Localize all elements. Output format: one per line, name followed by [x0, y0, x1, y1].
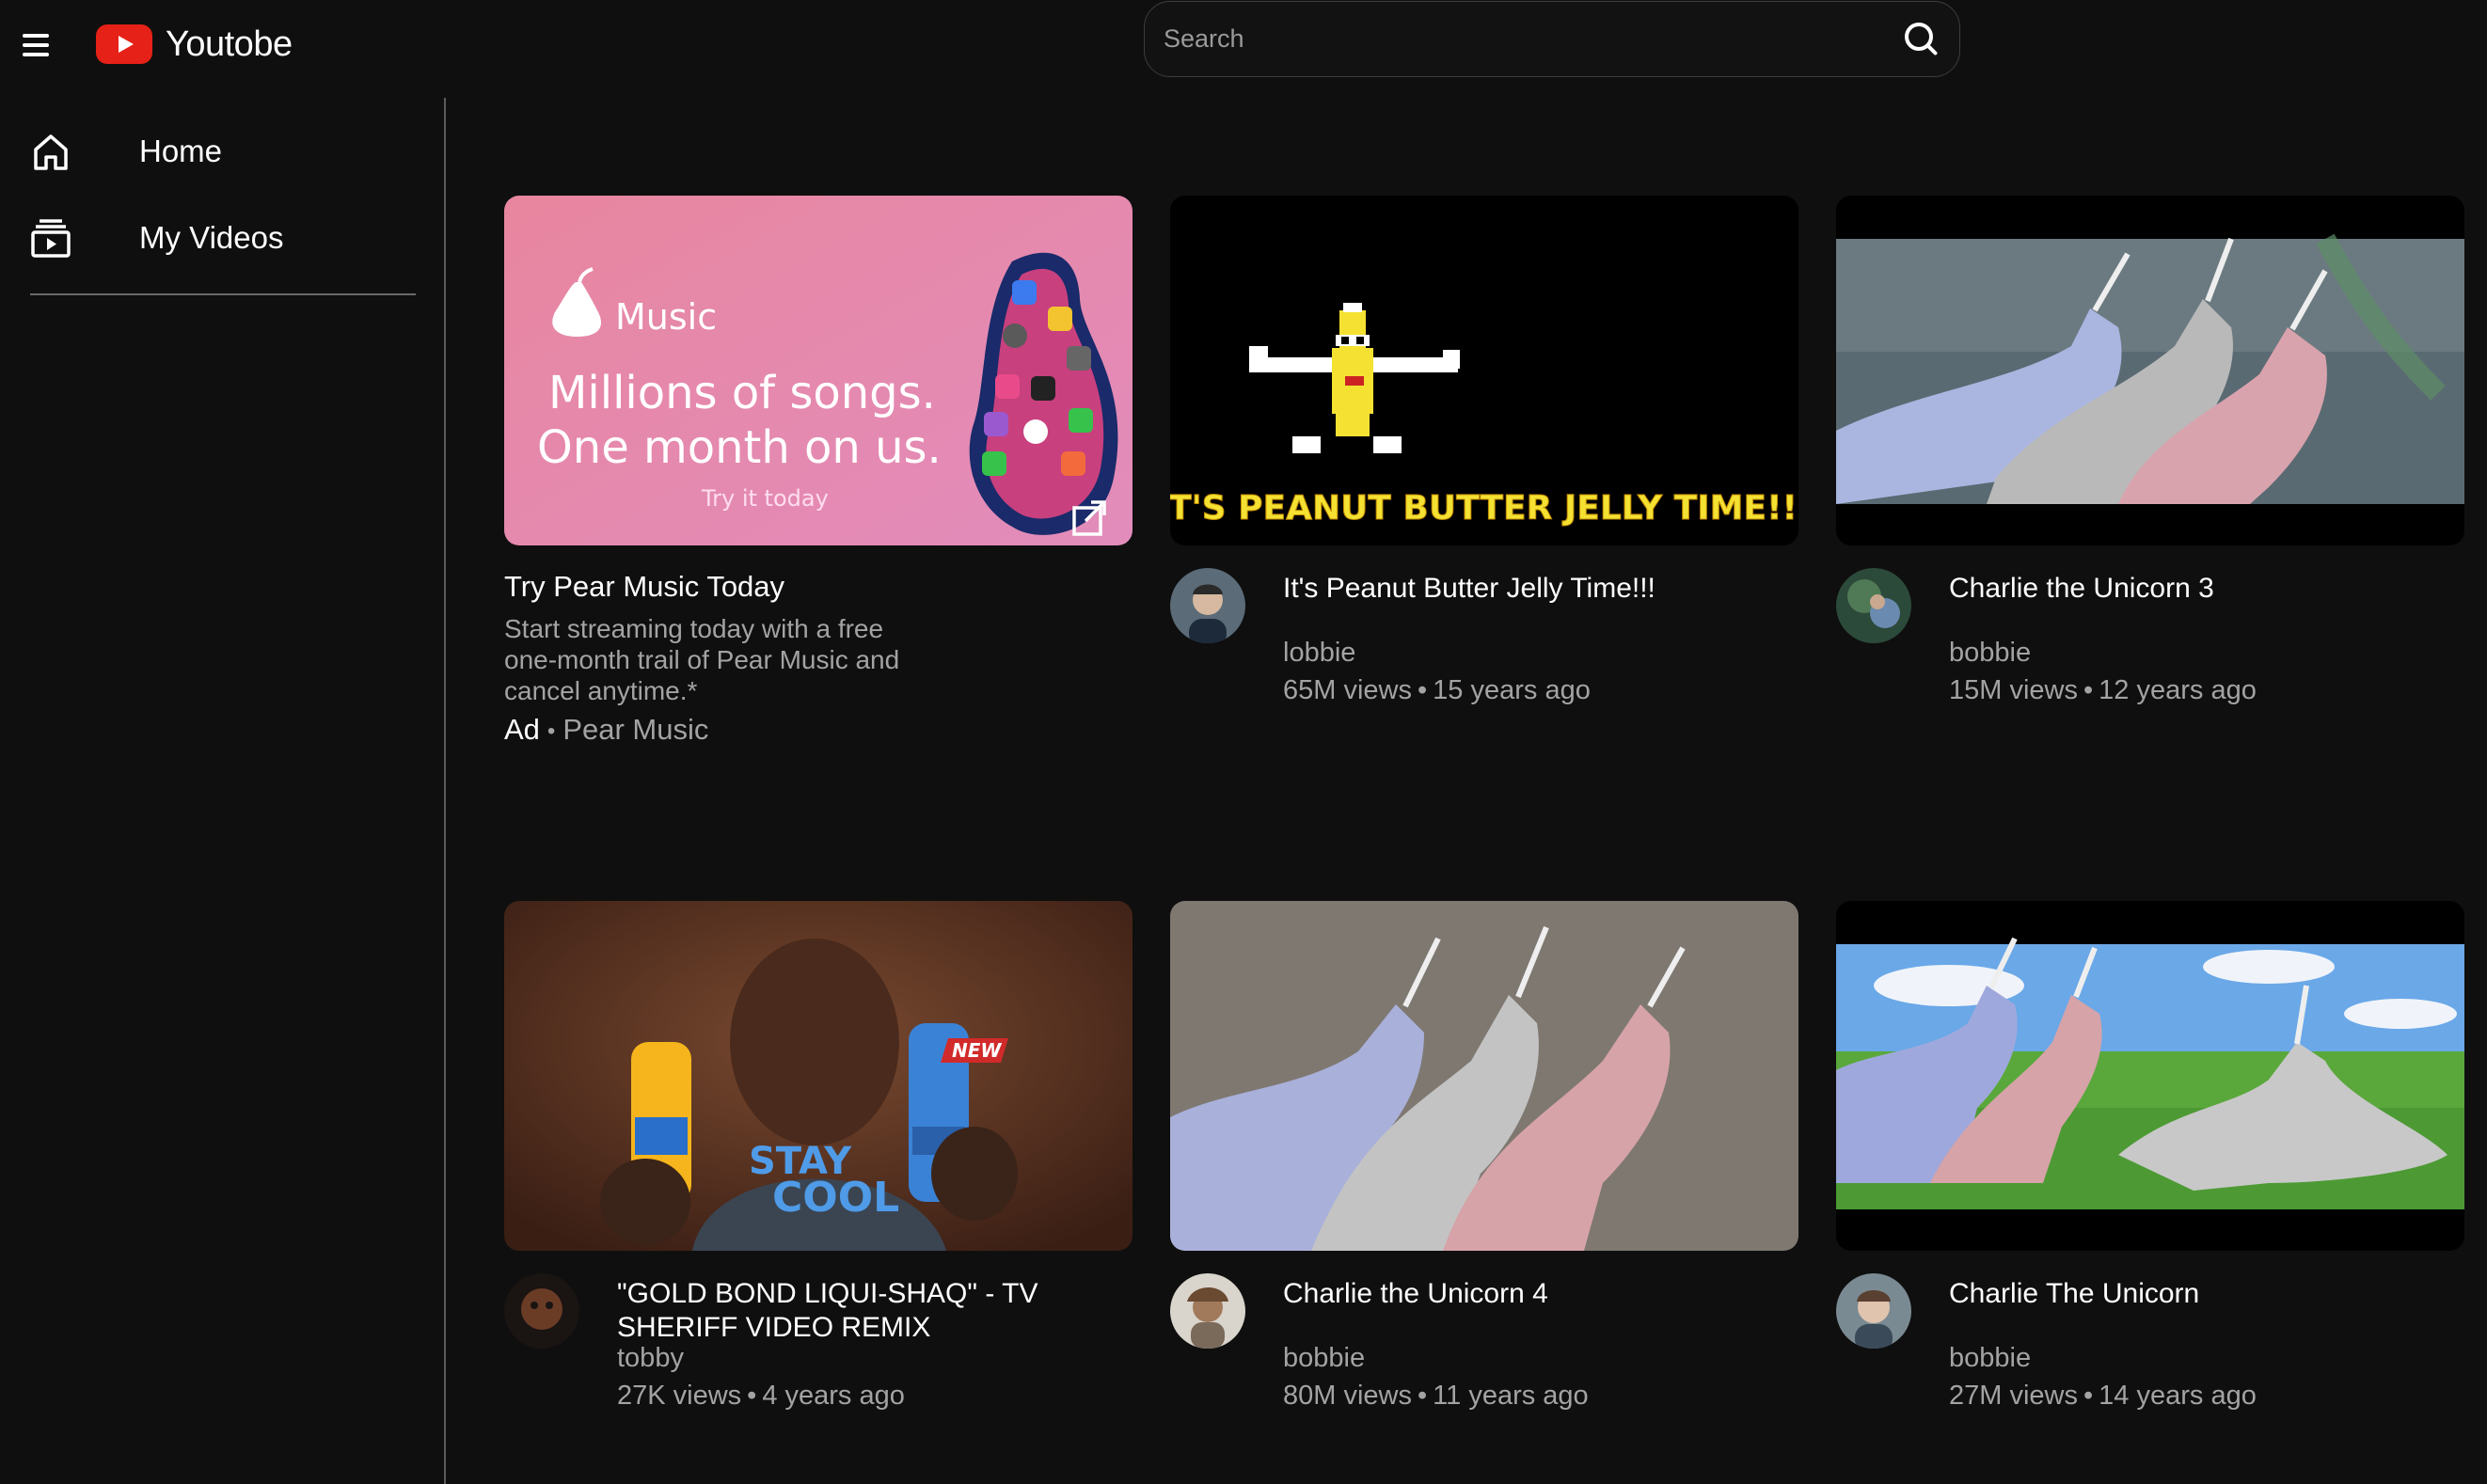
top-bar: Youtobe: [0, 0, 2487, 90]
channel-name[interactable]: lobbie: [1283, 638, 1355, 669]
video-title[interactable]: Charlie the Unicorn 4: [1283, 1277, 1735, 1311]
thumbnail-badge: NEW: [952, 1039, 1002, 1062]
sidebar-item-my-videos[interactable]: My Videos: [28, 205, 423, 271]
video-title[interactable]: Charlie The Unicorn: [1949, 1277, 2400, 1311]
video-stats: 15M views • 12 years ago: [1949, 675, 2257, 706]
channel-name[interactable]: bobbie: [1949, 638, 2031, 669]
thumbnail-caption: IT'S PEANUT BUTTER JELLY TIME!!!: [1170, 489, 1798, 528]
search-bar: [1144, 1, 1960, 77]
video-card: NEW STAY COOL "GOLD BOND LIQUI-SHAQ" - T…: [504, 901, 1133, 1411]
video-thumbnail[interactable]: [1170, 901, 1798, 1251]
ad-thumb-headline-2: One month on us.: [537, 421, 942, 474]
view-count: 80M views: [1283, 1381, 1412, 1411]
ad-title[interactable]: Try Pear Music Today: [504, 570, 784, 604]
video-card: IT'S PEANUT BUTTER JELLY TIME!!! It's Pe…: [1170, 196, 1798, 705]
view-count: 27K views: [617, 1381, 742, 1411]
separator-dot: •: [2083, 675, 2094, 705]
search-icon[interactable]: [1899, 19, 1940, 60]
view-count: 27M views: [1949, 1381, 2078, 1411]
video-stats: 27K views • 4 years ago: [617, 1381, 905, 1412]
upload-age: 12 years ago: [2099, 675, 2257, 705]
ad-thumb-brand: Music: [615, 296, 717, 338]
separator-dot: •: [547, 718, 556, 744]
video-thumbnail[interactable]: [1836, 901, 2464, 1251]
video-card: Charlie the Unicorn 4 bobbie 80M views • 1…: [1170, 901, 1798, 1411]
video-thumbnail[interactable]: NEW STAY COOL: [504, 901, 1133, 1251]
upload-age: 4 years ago: [762, 1381, 905, 1411]
ad-badge: Ad: [504, 713, 540, 746]
ad-thumb-cta: Try it today: [701, 485, 829, 512]
separator-dot: •: [1418, 675, 1428, 705]
separator-dot: •: [1418, 1381, 1428, 1411]
ad-label-line: Ad • Pear Music: [504, 713, 708, 747]
video-stats: 65M views • 15 years ago: [1283, 675, 1591, 706]
search-input[interactable]: [1164, 24, 1899, 54]
sidebar-divider: [30, 293, 416, 295]
ad-thumb-headline-1: Millions of songs.: [548, 367, 936, 419]
video-title[interactable]: Charlie the Unicorn 3: [1949, 572, 2400, 606]
home-icon: [28, 129, 73, 174]
upload-age: 14 years ago: [2099, 1381, 2257, 1411]
video-title[interactable]: "GOLD BOND LIQUI-SHAQ" - TV SHERIFF VIDE…: [617, 1277, 1069, 1345]
channel-avatar[interactable]: [1836, 568, 1911, 643]
video-card: Charlie the Unicorn 3 bobbie 15M views • 1…: [1836, 196, 2464, 705]
sidebar-item-home[interactable]: Home: [28, 118, 423, 184]
channel-name[interactable]: bobbie: [1949, 1343, 2031, 1374]
channel-avatar[interactable]: [1170, 1273, 1245, 1349]
video-stats: 80M views • 11 years ago: [1283, 1381, 1589, 1412]
channel-avatar[interactable]: [1170, 568, 1245, 643]
video-card: Charlie The Unicorn bobbie 27M views • 14 …: [1836, 901, 2464, 1411]
sidebar: Home My Videos: [0, 98, 446, 1484]
play-logo-icon: [96, 24, 152, 64]
view-count: 15M views: [1949, 675, 2078, 705]
video-library-icon: [28, 215, 73, 260]
video-title[interactable]: It's Peanut Butter Jelly Time!!!: [1283, 572, 1735, 606]
upload-age: 11 years ago: [1433, 1381, 1589, 1411]
channel-name[interactable]: tobby: [617, 1343, 684, 1374]
thumbnail-text: COOL: [772, 1174, 899, 1222]
video-thumbnail[interactable]: [1836, 196, 2464, 545]
channel-avatar[interactable]: [504, 1273, 579, 1349]
video-thumbnail[interactable]: IT'S PEANUT BUTTER JELLY TIME!!!: [1170, 196, 1798, 545]
ad-card: Music Millions of songs. One month on us…: [504, 196, 1133, 746]
ad-thumbnail[interactable]: Music Millions of songs. One month on us…: [504, 196, 1133, 545]
channel-name[interactable]: bobbie: [1283, 1343, 1365, 1374]
upload-age: 15 years ago: [1433, 675, 1591, 705]
sidebar-item-label: My Videos: [139, 220, 284, 255]
channel-avatar[interactable]: [1836, 1273, 1911, 1349]
view-count: 65M views: [1283, 675, 1412, 705]
ad-description: Start streaming today with a free one-mo…: [504, 614, 900, 705]
video-stats: 27M views • 14 years ago: [1949, 1381, 2257, 1412]
separator-dot: •: [747, 1381, 757, 1411]
sidebar-item-label: Home: [139, 134, 223, 168]
hamburger-menu-icon[interactable]: [23, 26, 60, 64]
app-name: Youtobe: [166, 24, 293, 64]
ad-advertiser[interactable]: Pear Music: [562, 713, 708, 746]
separator-dot: •: [2083, 1381, 2094, 1411]
app-logo[interactable]: Youtobe: [96, 21, 293, 68]
